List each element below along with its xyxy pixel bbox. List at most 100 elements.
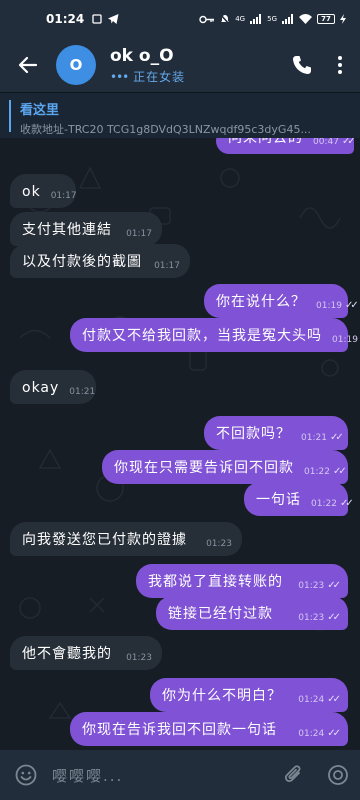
message-time: 01:17 [154,261,180,271]
outgoing-message[interactable]: 你在说什么？ 01:19 ✓✓ [204,284,359,318]
camera-icon [328,765,348,785]
call-button[interactable] [276,38,328,92]
message-meta: 01:21 ✓✓ [301,429,344,447]
message-text: 付款又不给我回款，当我是冤大头吗 [82,328,322,344]
message-time: 01:23 [298,581,325,591]
read-receipt-icon: ✓✓ [341,138,356,147]
chat-header: O ok o_O ••• 正在女装 [0,38,360,92]
more-vertical-icon [338,56,342,74]
chat-titles[interactable]: ok o_O ••• 正在女装 [110,46,276,85]
message-text: 链接已经付过款 [168,606,273,622]
message-meta: 01:21 [69,383,95,401]
message-meta: 01:22 ✓✓ [304,463,347,481]
message-time: 01:17 [126,229,152,239]
camera-button[interactable] [316,750,360,800]
outgoing-message[interactable]: 你现在告诉我回不回款一句话 01:24 ✓✓ [70,712,348,746]
incoming-message[interactable]: 向我發送您已付款的證據 01:23 [10,522,242,556]
chat-area[interactable]: 问来问去的 00:47 ✓✓ ok 01:17 支付其他連結 01:17 以及付款後的截圖 01… [0,138,360,750]
message-time: 01:24 [298,695,325,705]
typing-dots-icon: ••• [110,69,129,84]
message-time: 01:21 [69,387,96,397]
message-input-bar: 嘤嘤嘤... [0,750,360,800]
status-app-icons [92,14,119,24]
avatar[interactable]: O [56,45,96,85]
message-time: 01:19 [316,301,342,311]
outgoing-message[interactable]: 你为什么不明白？ 01:24 ✓✓ [150,678,348,712]
signal-icon [250,14,262,24]
outgoing-message[interactable]: 链接已经付过款 01:23 ✓✓ [156,596,348,630]
incoming-message[interactable]: 以及付款後的截圖 01:17 [10,244,190,278]
message-meta: 01:17 [51,187,77,205]
network-type-label: 4G [235,15,246,23]
read-receipt-icon: ✓✓ [327,694,341,705]
message-text: 以及付款後的截圖 [22,254,142,270]
signal2-icon [282,14,293,24]
message-text: 不回款吗？ [216,426,291,442]
message-meta: 01:23 ✓✓ [298,609,341,627]
chat-status-text: 正在女装 [133,69,186,84]
mute-icon [220,13,231,25]
message-meta: 01:19✓✓ [332,331,360,349]
message-text: 他不會聽我的 [22,646,112,662]
outgoing-message[interactable]: 问来问去的 00:47 ✓✓ [216,138,356,154]
read-receipt-icon: ✓✓ [327,612,341,623]
message-time: 01:24 [298,729,325,739]
message-time: 01:23 [298,613,325,623]
read-receipt-icon: ✓✓ [329,432,344,443]
read-receipt-icon: ✓✓ [327,580,341,591]
message-time: 01:22 [304,467,330,477]
pinned-message[interactable]: 看这里 收款地址-TRC20 TCG1g8DVdQ3LNZwqdf95c3dyG… [0,92,360,138]
battery-indicator: 77 [317,14,335,24]
notification-icon [92,14,102,24]
message-text: 一句话 [256,492,301,508]
status-time: 01:24 [46,12,85,26]
attach-button[interactable] [272,750,316,800]
outgoing-message[interactable]: 付款又不给我回款，当我是冤大头吗 01:19✓✓ [70,318,358,352]
outgoing-message[interactable]: 不回款吗？ 01:21 ✓✓ [204,416,348,450]
read-receipt-icon: ✓✓ [332,466,347,477]
message-time: 00:47 [313,138,339,147]
message-text: 你现在只需要告诉回不回款 [114,460,294,476]
message-meta: 01:23 [126,649,152,667]
incoming-message[interactable]: 他不會聽我的 01:23 [10,636,162,670]
message-text: 你在说什么？ [216,294,306,310]
outgoing-message[interactable]: 一句话 01:22 ✓✓ [244,482,354,516]
message-meta: 01:22 ✓✓ [311,495,354,513]
message-time: 01:19 [332,335,358,345]
wifi-icon [299,14,312,24]
read-receipt-icon: ✓✓ [327,728,341,739]
chat-title: ok o_O [110,45,174,66]
outgoing-message[interactable]: 你现在只需要告诉回不回款 01:22 ✓✓ [102,450,348,484]
message-text: ok [22,184,41,200]
network2-type-label: 5G [267,15,277,23]
incoming-message[interactable]: okay 01:21 [10,370,96,404]
message-time: 01:23 [126,653,152,663]
message-meta: 01:17 [154,257,180,275]
message-meta: 01:23 [206,535,232,553]
avatar-letter: O [69,56,83,74]
incoming-message[interactable]: ok 01:17 [10,174,77,208]
pinned-text: 收款地址-TRC20 TCG1g8DVdQ3LNZwqdf95c3dyG45..… [20,123,311,136]
charging-icon [340,14,346,24]
emoji-button[interactable] [0,750,52,800]
message-time: 01:22 [311,499,337,509]
emoji-icon [15,764,37,786]
message-text: 问来问去的 [228,138,303,146]
pinned-title: 看这里 [20,103,60,118]
read-receipt-icon: ✓✓ [344,300,359,311]
phone-icon [293,56,311,74]
message-meta: 01:17 [126,225,152,243]
paperclip-icon [284,765,301,783]
message-meta: 01:24 ✓✓ [298,691,341,709]
message-text: 你为什么不明白？ [162,688,282,704]
more-menu-button[interactable] [328,38,352,92]
status-right-icons: 4G 5G 77 [199,13,346,25]
message-text: 支付其他連結 [22,222,112,238]
message-input[interactable]: 嘤嘤嘤... [52,765,272,786]
outgoing-message[interactable]: 我都说了直接转账的 01:23 ✓✓ [136,564,348,598]
message-meta: 01:24 ✓✓ [298,725,341,743]
back-button[interactable] [0,38,56,92]
chat-status: ••• 正在女装 [110,68,276,85]
incoming-message[interactable]: 支付其他連結 01:17 [10,212,162,246]
message-time: 01:17 [50,191,77,201]
